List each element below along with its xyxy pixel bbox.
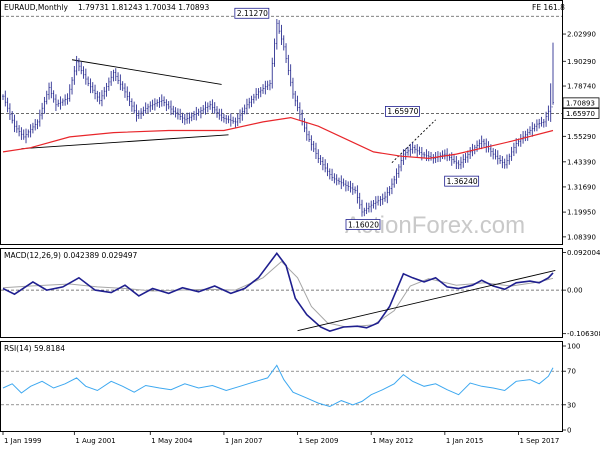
price-callout: 1.65970	[385, 106, 420, 117]
price-tag: 1.70893	[562, 97, 600, 109]
rsi-y-tick-label: 0	[567, 427, 571, 435]
svg-text:1.70893: 1.70893	[566, 100, 595, 108]
price-y-tick-label: 1.55290	[567, 133, 596, 141]
svg-text:2.11270: 2.11270	[237, 9, 268, 18]
price-y-tick-label: 1.90290	[567, 58, 596, 66]
macd-y-tick-label: 0.00	[567, 287, 583, 295]
svg-text:1.65970: 1.65970	[566, 110, 595, 118]
price-callout: 2.11270	[234, 7, 270, 19]
svg-text:1.65970: 1.65970	[387, 107, 418, 116]
rsi-panel-frame	[0, 341, 563, 432]
chart-canvas: EURAUD,Monthly 1.79731 1.81243 1.70034 1…	[0, 0, 600, 445]
x-tick-label: 1 May 2012	[372, 437, 413, 445]
price-y-tick-label: 1.78740	[567, 83, 596, 91]
x-tick-label: 1 May 2004	[151, 437, 193, 445]
x-tick-label: 1 Jan 2007	[225, 437, 263, 445]
rsi-y-tick-label: 30	[567, 401, 576, 409]
rsi-y-tick-label: 70	[567, 368, 576, 376]
x-tick-label: 1 Jan 1999	[4, 437, 42, 445]
rsi-y-tick-label: 100	[567, 343, 580, 351]
macd-y-tick-label: -0.106308	[567, 330, 600, 338]
x-tick-label: 1 Sep 2017	[519, 437, 559, 445]
ohlc-readout: 1.79731 1.81243 1.70034 1.70893	[78, 3, 209, 12]
price-callout: 1.36240	[444, 175, 480, 187]
x-tick-label: 1 Aug 2001	[75, 437, 115, 445]
price-y-tick-label: 1.08390	[567, 233, 596, 241]
price-tag: 1.65970	[562, 108, 600, 119]
price-y-tick-label: 1.31690	[567, 183, 596, 191]
svg-text:1.36240: 1.36240	[447, 177, 478, 186]
price-callout: 1.16020	[345, 219, 381, 230]
x-tick-label: 1 Jan 2015	[446, 437, 484, 445]
rsi-panel-title: RSI(14) 59.8184	[4, 344, 65, 353]
macd-panel-title: MACD(12,26,9) 0.042389 0.029497	[4, 251, 138, 260]
price-y-tick-label: 2.02990	[567, 31, 596, 39]
price-y-tick-label: 1.19950	[567, 209, 596, 217]
macd-y-tick-label: 0.092004	[567, 249, 600, 257]
price-panel-title: EURAUD,Monthly	[4, 3, 69, 12]
fe-label: FE 161.8	[532, 3, 565, 12]
x-tick-label: 1 Sep 2009	[299, 437, 339, 445]
svg-text:1.16020: 1.16020	[348, 220, 379, 229]
price-y-tick-label: 1.43390	[567, 158, 596, 166]
